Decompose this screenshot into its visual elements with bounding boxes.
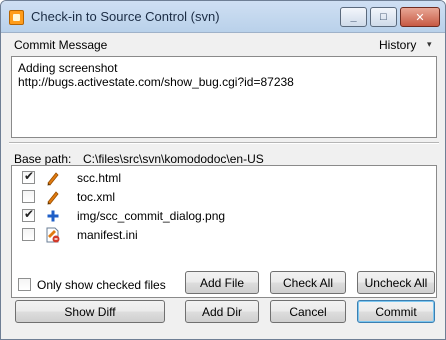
file-row[interactable]: ✔ scc.html bbox=[12, 169, 436, 187]
only-show-checked-checkbox[interactable] bbox=[18, 278, 31, 291]
pane-splitter[interactable] bbox=[9, 142, 439, 144]
base-path-label: Base path: bbox=[14, 152, 72, 166]
checkmark-icon: ✔ bbox=[24, 169, 35, 183]
commit-message-line-2: http://bugs.activestate.com/show_bug.cgi… bbox=[18, 75, 294, 89]
file-checkbox[interactable]: ✔ bbox=[22, 169, 35, 184]
minimize-icon: _ bbox=[350, 11, 357, 23]
only-show-checked-label[interactable]: Only show checked files bbox=[37, 278, 166, 292]
show-diff-button[interactable]: Show Diff bbox=[15, 300, 165, 323]
dialog-body: Commit Message History ▾ Adding screensh… bbox=[1, 33, 445, 339]
pencil-modified-icon bbox=[47, 172, 59, 186]
chevron-down-icon[interactable]: ▾ bbox=[427, 39, 432, 50]
file-conflict-icon bbox=[46, 227, 60, 243]
file-row[interactable]: manifest.ini bbox=[12, 226, 436, 244]
maximize-icon: □ bbox=[380, 11, 387, 23]
commit-message-textarea[interactable]: Adding screenshot http://bugs.activestat… bbox=[11, 56, 437, 138]
title-bar[interactable]: Check-in to Source Control (svn) _ □ ✕ bbox=[1, 1, 445, 33]
history-menu[interactable]: History bbox=[379, 38, 416, 52]
uncheck-all-button[interactable]: Uncheck All bbox=[357, 271, 435, 294]
add-dir-button[interactable]: Add Dir bbox=[185, 300, 259, 323]
file-name: img/scc_commit_dialog.png bbox=[77, 209, 226, 223]
file-name: manifest.ini bbox=[77, 228, 138, 242]
maximize-button[interactable]: □ bbox=[370, 7, 397, 27]
cancel-button[interactable]: Cancel bbox=[270, 300, 346, 323]
commit-button[interactable]: Commit bbox=[357, 300, 435, 323]
file-name: scc.html bbox=[77, 171, 122, 185]
app-icon bbox=[9, 10, 24, 25]
file-checkbox[interactable] bbox=[22, 228, 35, 241]
check-all-button[interactable]: Check All bbox=[270, 271, 346, 294]
checkmark-icon: ✔ bbox=[24, 207, 35, 221]
commit-message-label: Commit Message bbox=[14, 38, 108, 52]
file-row[interactable]: ✔ img/scc_commit_dialog.png bbox=[12, 207, 436, 225]
dialog-window: Check-in to Source Control (svn) _ □ ✕ C… bbox=[0, 0, 446, 340]
add-file-button[interactable]: Add File bbox=[185, 271, 259, 294]
close-icon: ✕ bbox=[415, 11, 425, 24]
pencil-modified-icon bbox=[47, 191, 59, 205]
commit-message-line-1: Adding screenshot bbox=[18, 61, 118, 75]
plus-added-icon bbox=[47, 210, 59, 222]
file-checkbox[interactable]: ✔ bbox=[22, 207, 35, 222]
file-row[interactable]: toc.xml bbox=[12, 188, 436, 206]
window-title: Check-in to Source Control (svn) bbox=[31, 9, 220, 24]
minimize-button[interactable]: _ bbox=[340, 7, 367, 27]
file-name: toc.xml bbox=[77, 190, 116, 204]
close-button[interactable]: ✕ bbox=[400, 7, 440, 27]
file-checkbox[interactable] bbox=[22, 190, 35, 203]
base-path-value: C:\files\src\svn\komododoc\en-US bbox=[83, 152, 264, 166]
